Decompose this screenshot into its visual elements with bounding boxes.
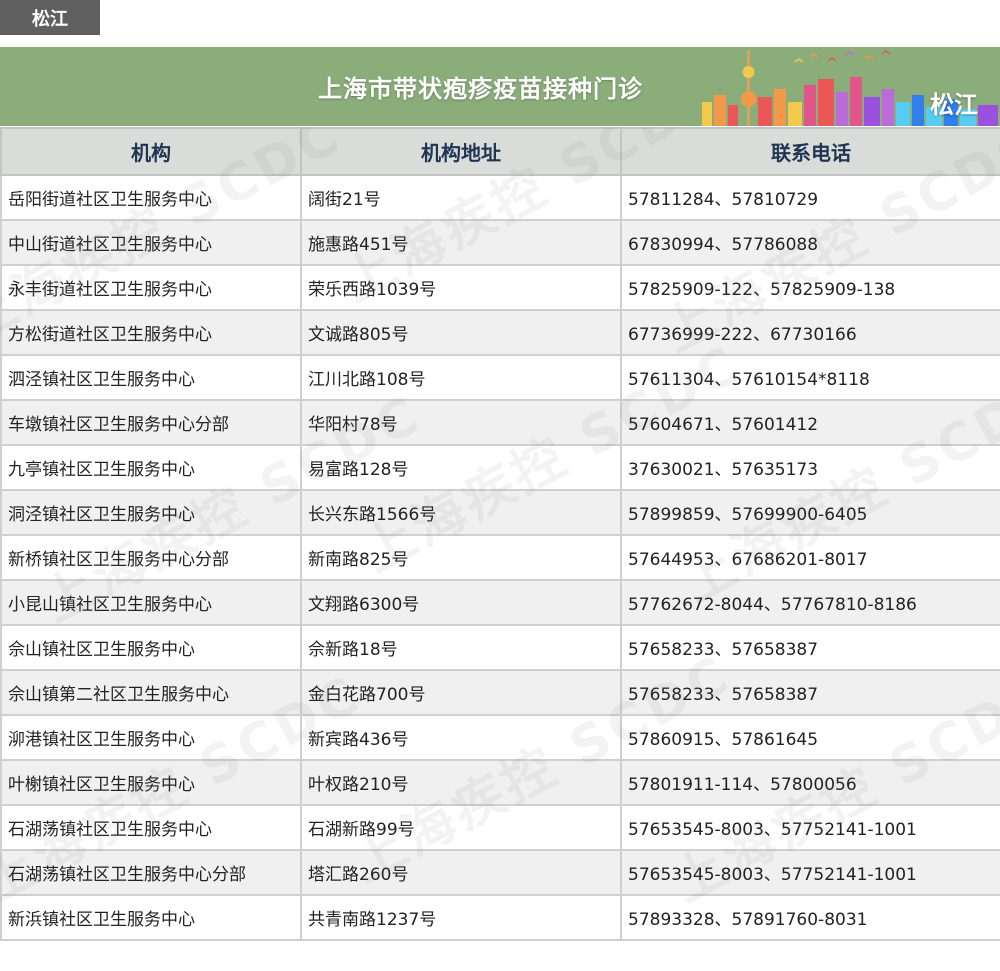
table-row: 泗泾镇社区卫生服务中心 江川北路108号 57611304、57610154*8… <box>0 354 1000 401</box>
address-cell: 长兴东路1566号 <box>300 489 622 536</box>
table-row: 永丰街道社区卫生服务中心 荣乐西路1039号 57825909-122、5782… <box>0 264 1000 311</box>
phone-cell: 37630021、57635173 <box>620 444 1000 491</box>
district-tag: 松江 <box>0 0 100 35</box>
institution-cell: 叶榭镇社区卫生服务中心 <box>0 759 302 806</box>
table-row: 新浜镇社区卫生服务中心 共青南路1237号 57893328、57891760-… <box>0 894 1000 941</box>
address-cell: 叶权路210号 <box>300 759 622 806</box>
phone-cell: 57653545-8003、57752141-1001 <box>620 849 1000 896</box>
phone-cell: 57653545-8003、57752141-1001 <box>620 804 1000 851</box>
address-cell: 华阳村78号 <box>300 399 622 446</box>
clinic-table: 机构 机构地址 联系电话 岳阳街道社区卫生服务中心 阔街21号 57811284… <box>0 127 1000 941</box>
phone-cell: 57860915、57861645 <box>620 714 1000 761</box>
address-cell: 塔汇路260号 <box>300 849 622 896</box>
institution-cell: 岳阳街道社区卫生服务中心 <box>0 174 302 221</box>
table-row: 岳阳街道社区卫生服务中心 阔街21号 57811284、57810729 <box>0 174 1000 221</box>
table-row: 石湖荡镇社区卫生服务中心 石湖新路99号 57653545-8003、57752… <box>0 804 1000 851</box>
title-banner: 上海市带状疱疹疫苗接种门诊 松江 <box>0 47 1000 126</box>
phone-cell: 57899859、57699900-6405 <box>620 489 1000 536</box>
table-row: 九亭镇社区卫生服务中心 易富路128号 37630021、57635173 <box>0 444 1000 491</box>
address-cell: 江川北路108号 <box>300 354 622 401</box>
table-header-row: 机构 机构地址 联系电话 <box>0 127 1000 176</box>
address-cell: 施惠路451号 <box>300 219 622 266</box>
address-cell: 新南路825号 <box>300 534 622 581</box>
institution-cell: 泖港镇社区卫生服务中心 <box>0 714 302 761</box>
institution-cell: 佘山镇社区卫生服务中心 <box>0 624 302 671</box>
address-cell: 共青南路1237号 <box>300 894 622 941</box>
address-cell: 文翔路6300号 <box>300 579 622 626</box>
phone-cell: 57644953、67686201-8017 <box>620 534 1000 581</box>
address-cell: 新宾路436号 <box>300 714 622 761</box>
table-row: 洞泾镇社区卫生服务中心 长兴东路1566号 57899859、57699900-… <box>0 489 1000 536</box>
institution-cell: 石湖荡镇社区卫生服务中心分部 <box>0 849 302 896</box>
institution-cell: 新浜镇社区卫生服务中心 <box>0 894 302 941</box>
address-cell: 金白花路700号 <box>300 669 622 716</box>
table-row: 佘山镇社区卫生服务中心 佘新路18号 57658233、57658387 <box>0 624 1000 671</box>
institution-cell: 石湖荡镇社区卫生服务中心 <box>0 804 302 851</box>
institution-cell: 中山街道社区卫生服务中心 <box>0 219 302 266</box>
table-row: 方松街道社区卫生服务中心 文诚路805号 67736999-222、677301… <box>0 309 1000 356</box>
phone-cell: 67830994、57786088 <box>620 219 1000 266</box>
phone-cell: 57762672-8044、57767810-8186 <box>620 579 1000 626</box>
institution-cell: 方松街道社区卫生服务中心 <box>0 309 302 356</box>
table-row: 中山街道社区卫生服务中心 施惠路451号 67830994、57786088 <box>0 219 1000 266</box>
institution-cell: 车墩镇社区卫生服务中心分部 <box>0 399 302 446</box>
address-cell: 易富路128号 <box>300 444 622 491</box>
column-header-institution: 机构 <box>0 127 302 176</box>
address-cell: 石湖新路99号 <box>300 804 622 851</box>
address-cell: 文诚路805号 <box>300 309 622 356</box>
institution-cell: 永丰街道社区卫生服务中心 <box>0 264 302 311</box>
institution-cell: 泗泾镇社区卫生服务中心 <box>0 354 302 401</box>
phone-cell: 57604671、57601412 <box>620 399 1000 446</box>
institution-cell: 小昆山镇社区卫生服务中心 <box>0 579 302 626</box>
table-row: 叶榭镇社区卫生服务中心 叶权路210号 57801911-114、5780005… <box>0 759 1000 806</box>
phone-cell: 57801911-114、57800056 <box>620 759 1000 806</box>
institution-cell: 新桥镇社区卫生服务中心分部 <box>0 534 302 581</box>
phone-cell: 57658233、57658387 <box>620 669 1000 716</box>
phone-cell: 57811284、57810729 <box>620 174 1000 221</box>
banner-title: 上海市带状疱疹疫苗接种门诊 <box>318 75 643 103</box>
table-row: 新桥镇社区卫生服务中心分部 新南路825号 57644953、67686201-… <box>0 534 1000 581</box>
phone-cell: 57825909-122、57825909-138 <box>620 264 1000 311</box>
address-cell: 荣乐西路1039号 <box>300 264 622 311</box>
phone-cell: 67736999-222、67730166 <box>620 309 1000 356</box>
institution-cell: 九亭镇社区卫生服务中心 <box>0 444 302 491</box>
phone-cell: 57658233、57658387 <box>620 624 1000 671</box>
institution-cell: 佘山镇第二社区卫生服务中心 <box>0 669 302 716</box>
address-cell: 佘新路18号 <box>300 624 622 671</box>
column-header-phone: 联系电话 <box>620 127 1000 176</box>
table-row: 佘山镇第二社区卫生服务中心 金白花路700号 57658233、57658387 <box>0 669 1000 716</box>
table-row: 泖港镇社区卫生服务中心 新宾路436号 57860915、57861645 <box>0 714 1000 761</box>
institution-cell: 洞泾镇社区卫生服务中心 <box>0 489 302 536</box>
phone-cell: 57893328、57891760-8031 <box>620 894 1000 941</box>
table-row: 小昆山镇社区卫生服务中心 文翔路6300号 57762672-8044、5776… <box>0 579 1000 626</box>
table-row: 车墩镇社区卫生服务中心分部 华阳村78号 57604671、57601412 <box>0 399 1000 446</box>
table-row: 石湖荡镇社区卫生服务中心分部 塔汇路260号 57653545-8003、577… <box>0 849 1000 896</box>
phone-cell: 57611304、57610154*8118 <box>620 354 1000 401</box>
banner-district-label: 松江 <box>930 91 978 119</box>
column-header-address: 机构地址 <box>300 127 622 176</box>
address-cell: 阔街21号 <box>300 174 622 221</box>
